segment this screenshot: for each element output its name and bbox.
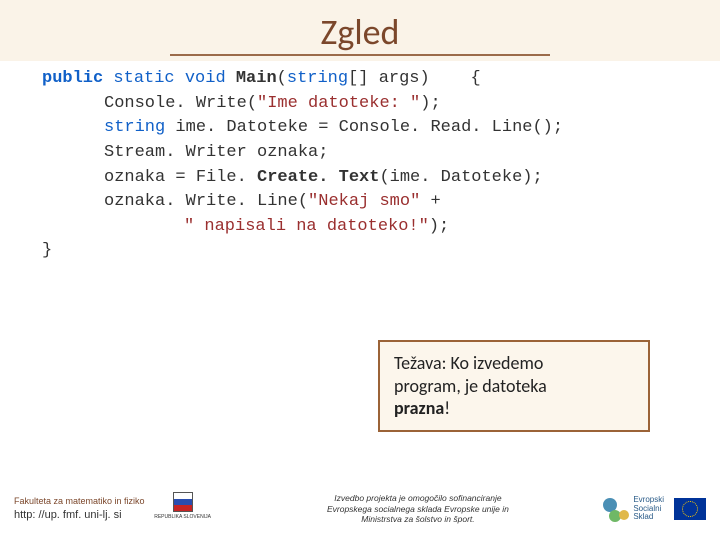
coat-of-arms-icon: REPUBLIKA SLOVENIJA — [163, 492, 203, 526]
code-line-7: " napisali na datoteko!"); — [42, 215, 710, 240]
title-band: Zgled — [0, 0, 720, 61]
code-line-1: public static void Main(string[] args) { — [42, 67, 710, 92]
callout-line2: program, je datoteka — [394, 375, 547, 397]
faculty-name: Fakulteta za matematiko in fiziko — [14, 496, 145, 508]
callout-line1: Težava: Ko izvedemo — [394, 352, 543, 374]
logo-group: Evropski Socialni Sklad — [603, 496, 706, 522]
callout-bold: prazna — [394, 397, 444, 419]
code-block: public static void Main(string[] args) {… — [0, 61, 720, 274]
financing-text: Izvedbo projekta je omogočilo sofinancir… — [251, 493, 586, 525]
coat-label: REPUBLIKA SLOVENIJA — [154, 514, 211, 520]
eu-flag-icon — [674, 498, 706, 520]
slide-title: Zgled — [0, 10, 720, 54]
esf-graphic-icon — [603, 496, 629, 522]
callout-box: Težava: Ko izvedemo program, je datoteka… — [378, 340, 650, 432]
code-line-6: oznaka. Write. Line("Nekaj smo" + — [42, 190, 710, 215]
footer: Fakulteta za matematiko in fiziko http: … — [0, 478, 720, 540]
esf-logo: Evropski Socialni Sklad — [603, 496, 664, 522]
title-underline — [170, 54, 550, 56]
code-line-8: } — [42, 239, 710, 264]
code-line-2: Console. Write("Ime datoteke: "); — [42, 92, 710, 117]
faculty-url: http: //up. fmf. uni-lj. si — [14, 508, 145, 522]
faculty-block: Fakulteta za matematiko in fiziko http: … — [14, 496, 145, 522]
code-line-3: string ime. Datoteke = Console. Read. Li… — [42, 116, 710, 141]
shield-icon — [173, 492, 193, 512]
esf-text: Evropski Socialni Sklad — [633, 496, 664, 522]
code-line-5: oznaka = File. Create. Text(ime. Datotek… — [42, 166, 710, 191]
code-line-4: Stream. Writer oznaka; — [42, 141, 710, 166]
